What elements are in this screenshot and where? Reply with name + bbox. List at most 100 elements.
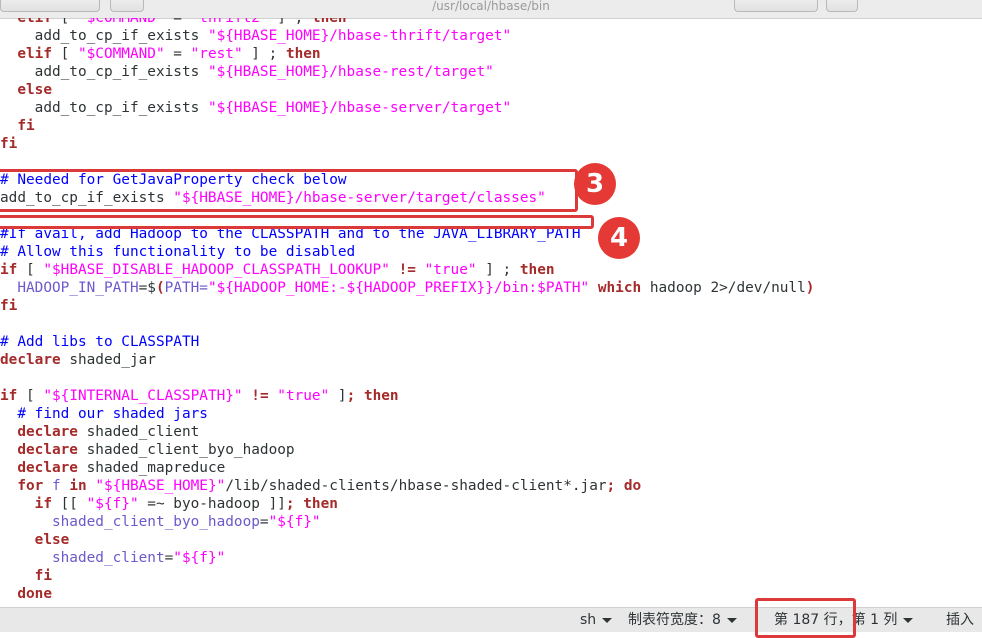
code-token: then: [303, 496, 338, 512]
code-token: ): [805, 280, 815, 296]
code-line[interactable]: add_to_cp_if_exists "${HBASE_HOME}/hbase…: [0, 63, 494, 81]
code-token: "${HBASE_HOME}": [95, 478, 226, 494]
code-token: shaded_client: [77, 424, 200, 440]
code-token: add_to_cp_if_exists: [0, 64, 208, 80]
code-line[interactable]: declare shaded_client: [0, 423, 199, 441]
code-token: PATH=: [164, 280, 208, 296]
code-token: [: [17, 388, 44, 404]
code-line[interactable]: for f in "${HBASE_HOME}"/lib/shaded-clie…: [0, 477, 641, 495]
code-token: ] ;: [476, 262, 520, 278]
code-line[interactable]: add_to_cp_if_exists "${HBASE_HOME}/hbase…: [0, 99, 512, 117]
code-token: shaded_client: [51, 550, 165, 566]
code-line[interactable]: # Add libs to CLASSPATH: [0, 333, 199, 351]
code-token: declare: [17, 424, 78, 440]
code-line[interactable]: declare shaded_client_byo_hadoop: [0, 441, 295, 459]
code-token: declare: [17, 460, 78, 476]
code-token: =: [164, 46, 191, 62]
highlight-box-4: [0, 215, 594, 229]
code-token: declare: [0, 352, 61, 368]
code-line[interactable]: shaded_client="${f}": [0, 549, 225, 567]
language-selector[interactable]: sh: [580, 608, 613, 632]
code-token: ] ;: [242, 46, 286, 62]
code-token: HADOOP_IN_PATH: [17, 280, 139, 296]
code-line[interactable]: fi: [0, 117, 34, 135]
code-token: ;: [606, 478, 616, 494]
code-line[interactable]: fi: [0, 297, 17, 315]
save-button[interactable]: [734, 0, 818, 12]
menu-button[interactable]: [826, 0, 858, 12]
code-token: "${HBASE_HOME}/hbase-rest/target": [207, 64, 494, 80]
code-line[interactable]: elif [ "$COMMAND" = "rest" ] ; then: [0, 45, 321, 63]
code-token: [: [51, 18, 78, 26]
code-token: shaded_mapreduce: [77, 460, 226, 476]
code-token: then: [363, 388, 399, 404]
code-token: [: [17, 262, 44, 278]
code-token: which: [597, 280, 642, 296]
chevron-down-icon: [903, 617, 914, 623]
code-line[interactable]: shaded_client_byo_hadoop="${f}": [0, 513, 321, 531]
code-token: ] ;: [268, 18, 312, 26]
code-line[interactable]: if [ "${INTERNAL_CLASSPATH}" != "true" ]…: [0, 387, 399, 405]
code-token: "${f}": [86, 496, 139, 512]
code-token: =: [164, 18, 191, 26]
code-token: "${f}": [173, 550, 226, 566]
tab-width-selector[interactable]: 制表符宽度：8: [628, 608, 737, 632]
code-token: ;: [285, 496, 295, 512]
code-token: "${HBASE_HOME}/hbase-server/target": [207, 100, 512, 116]
code-line[interactable]: declare shaded_mapreduce: [0, 459, 225, 477]
code-token: elif: [17, 18, 52, 26]
code-token: # find our shaded jars: [0, 406, 208, 422]
code-line[interactable]: else: [0, 531, 70, 549]
code-token: ]: [329, 388, 347, 404]
code-line[interactable]: fi: [0, 567, 52, 585]
code-line[interactable]: if [ "$HBASE_DISABLE_HADOOP_CLASSPATH_LO…: [0, 261, 555, 279]
code-line[interactable]: done: [0, 585, 52, 603]
code-token: done: [17, 586, 52, 602]
code-token: (: [155, 280, 165, 296]
code-token: =$: [138, 280, 156, 296]
code-line[interactable]: declare shaded_jar: [0, 351, 156, 369]
code-line[interactable]: HADOOP_IN_PATH=$(PATH="${HADOOP_HOME:-${…: [0, 279, 814, 297]
highlight-box-3: [0, 169, 578, 212]
code-line[interactable]: # find our shaded jars: [0, 405, 208, 423]
code-token: if: [0, 388, 18, 404]
code-line[interactable]: elif [ "$COMMAND" = "thrift2" ] ; then: [0, 18, 346, 27]
code-token: [[: [51, 496, 87, 512]
code-line[interactable]: add_to_cp_if_exists "${HBASE_HOME}/hbase…: [0, 27, 512, 45]
code-line[interactable]: if [[ "${f}" =~ byo-hadoop ]]; then: [0, 495, 338, 513]
code-token: fi: [34, 568, 52, 584]
code-token: if: [0, 262, 18, 278]
code-line[interactable]: else: [0, 81, 52, 99]
code-line[interactable]: # Allow this functionality to be disable…: [0, 243, 355, 261]
code-token: for: [17, 478, 44, 494]
code-token: # Add libs to CLASSPATH: [0, 334, 200, 350]
code-token: !=: [398, 262, 416, 278]
code-token: [: [51, 46, 78, 62]
code-token: =: [164, 550, 174, 566]
code-editor[interactable]: elif [ "$COMMAND" = "thrift2" ] ; then a…: [0, 18, 982, 607]
code-token: "${HBASE_HOME}/hbase-thrift/target": [207, 28, 512, 44]
code-token: then: [285, 46, 321, 62]
code-token: ;: [346, 388, 356, 404]
code-token: shaded_client_byo_hadoop: [77, 442, 295, 458]
code-token: "${HADOOP_HOME:-${HADOOP_PREFIX}}/bin:$P…: [207, 280, 590, 296]
code-token: add_to_cp_if_exists: [0, 28, 208, 44]
code-line[interactable]: fi: [0, 135, 17, 153]
